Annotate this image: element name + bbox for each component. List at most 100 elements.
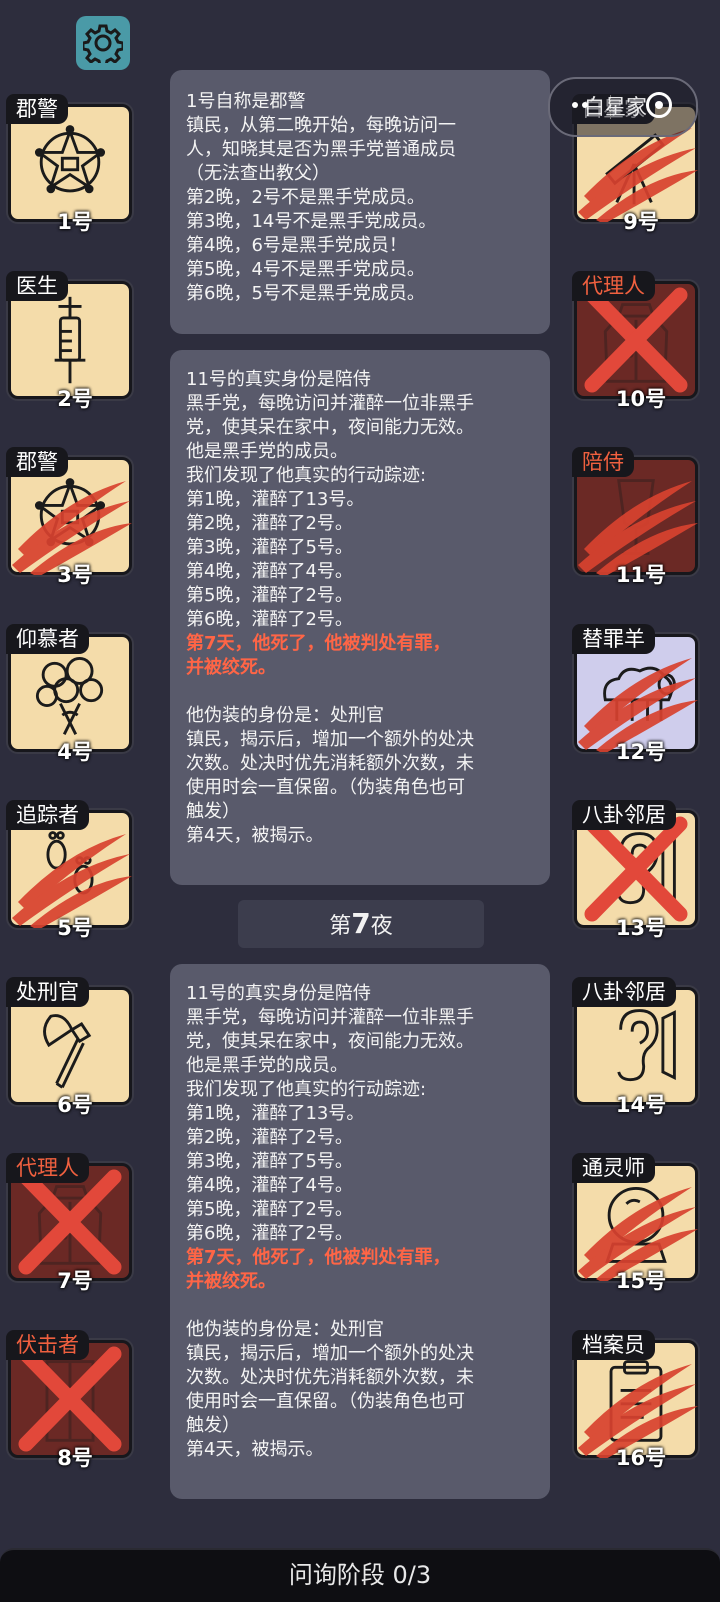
player-card[interactable]: 伏击者 8号 — [0, 1328, 132, 1470]
log-line: 并被绞死。 — [186, 657, 276, 678]
log-line: 我们发现了他真实的行动踪迹: — [186, 465, 427, 486]
log-line: 触发） — [186, 1415, 240, 1436]
player-card[interactable]: 八卦邻居 13号 — [566, 798, 698, 940]
log-line: 第3晚，灌醉了5号。 — [186, 1151, 353, 1172]
player-number: 7号 — [57, 1269, 93, 1293]
log-line: 第3晚，14号不是黑手党成员。 — [186, 211, 437, 232]
player-card[interactable]: 郡警 3号 — [0, 445, 132, 587]
role-label: 档案员 — [572, 1329, 655, 1360]
close-target-icon[interactable] — [646, 92, 672, 118]
gear-icon — [83, 24, 123, 63]
player-card[interactable]: 代理人 10号 — [566, 269, 698, 411]
role-label: 代理人 — [572, 270, 655, 301]
log-line: 他伪装的身份是：处刑官 — [186, 1319, 384, 1340]
miniprogram-capsule: 白星家 — [548, 77, 698, 137]
role-label: 仰慕者 — [6, 623, 89, 654]
sheriff-star-icon — [34, 125, 106, 194]
log-line: 第7天，他死了，他被判处有罪， — [186, 1247, 451, 1268]
log-line: 第5晚，灌醉了2号。 — [186, 1199, 353, 1220]
log-line: 并被绞死。 — [186, 1271, 276, 1292]
player-card[interactable]: 替罪羊 12号 — [566, 622, 698, 764]
log-panel-escort-1: 11号的真实身份是陪侍黑手党，每晚访问并灌醉一位非黑手 党，使其呆在家中，夜间能力… — [170, 350, 550, 885]
log-line: 他是黑手党的成员。 — [186, 1055, 348, 1076]
phase-bar: 问询阶段 0/3 — [0, 1548, 720, 1602]
player-card[interactable]: 仰慕者 4号 — [0, 622, 132, 764]
log-line: 第6晚，灌醉了2号。 — [186, 1223, 353, 1244]
player-number: 9号 — [623, 210, 659, 234]
log-line: 第2晚，2号不是黑手党成员。 — [186, 187, 425, 208]
role-label: 郡警 — [6, 447, 68, 477]
player-card[interactable]: 追踪者 5号 — [0, 798, 132, 940]
log-line: 镇民，揭示后，增加一个额外的处决 — [186, 729, 474, 750]
log-line: 第2晚，灌醉了2号。 — [186, 513, 353, 534]
role-label: 郡警 — [6, 94, 68, 124]
log-line: 第4晚，6号是黑手党成员！ — [186, 235, 407, 256]
log-line: 第5晚，灌醉了2号。 — [186, 585, 353, 606]
log-line: 第7天，他死了，他被判处有罪， — [186, 633, 451, 654]
role-label: 替罪羊 — [572, 623, 655, 654]
log-line: 人，知晓其是否为黑手党普通成员 — [186, 139, 456, 160]
player-number: 2号 — [57, 386, 93, 411]
log-line: 黑手党，每晚访问并灌醉一位非黑手 — [186, 1007, 474, 1028]
player-card[interactable]: 代理人 7号 — [0, 1151, 132, 1293]
player-card[interactable]: 通灵师 15号 — [566, 1151, 698, 1293]
log-line: 镇民，揭示后，增加一个额外的处决 — [186, 1343, 474, 1364]
log-line: 使用时会一直保留。（伪装角色也可 — [186, 777, 465, 798]
log-line: 次数。处决时优先消耗额外次数，未 — [186, 753, 474, 774]
log-panel-escort-2: 11号的真实身份是陪侍 黑手党，每晚访问并灌醉一位非黑手 党，使其呆在家中，夜间能力… — [170, 964, 550, 1499]
night-divider: 第7夜 — [238, 900, 484, 948]
log-line: 他伪装的身份是：处刑官 — [186, 705, 384, 726]
role-label: 陪侍 — [572, 447, 634, 477]
player-number: 5号 — [57, 916, 93, 940]
axe-icon — [43, 1013, 92, 1089]
log-line: 党，使其呆在家中，夜间能力无效。 — [186, 1031, 474, 1052]
player-number: 15号 — [615, 1269, 667, 1293]
bouquet-icon — [35, 656, 104, 735]
log-line: 党，使其呆在家中，夜间能力无效。 — [186, 417, 474, 438]
player-number: 14号 — [615, 1092, 667, 1117]
player-card[interactable]: 八卦邻居 14号 — [566, 975, 698, 1117]
log-line: 第2晚，灌醉了2号。 — [186, 1127, 353, 1148]
player-number: 6号 — [57, 1092, 93, 1117]
log-line: 次数。处决时优先消耗额外次数，未 — [186, 1367, 474, 1388]
player-number: 12号 — [615, 739, 667, 764]
player-number: 8号 — [57, 1445, 93, 1470]
log-line: 第6晚，5号不是黑手党成员。 — [186, 283, 425, 304]
capsule-overlay-text: 白星家 — [584, 95, 647, 119]
player-number: 10号 — [615, 386, 667, 411]
player-card[interactable]: 陪侍 11号 — [566, 445, 698, 587]
log-line: 镇民，从第二晚开始，每晚访问一 — [186, 115, 456, 136]
log-line: 我们发现了他真实的行动踪迹: — [186, 1079, 427, 1100]
phase-label: 问询阶段 0/3 — [288, 1561, 432, 1589]
log-line: 第4晚，灌醉了4号。 — [186, 1175, 353, 1196]
player-number: 16号 — [615, 1445, 667, 1470]
ear-icon — [617, 1008, 676, 1081]
log-line: 第3晚，灌醉了5号。 — [186, 537, 353, 558]
log-line: 第1晚，灌醉了13号。 — [186, 1103, 365, 1124]
log-line: 第1晚，灌醉了13号。 — [186, 489, 365, 510]
role-label: 八卦邻居 — [572, 976, 676, 1007]
log-line: 第4晚，灌醉了4号。 — [186, 561, 353, 582]
log-line: 使用时会一直保留。（伪装角色也可 — [186, 1391, 465, 1412]
log-line: 第4天，被揭示。 — [186, 1439, 324, 1460]
settings-button[interactable] — [76, 16, 130, 70]
player-card[interactable]: 档案员 16号 — [566, 1328, 698, 1470]
role-label: 医生 — [6, 270, 68, 301]
player-number: 1号 — [57, 210, 93, 234]
role-label: 通灵师 — [572, 1153, 655, 1183]
role-label: 处刑官 — [6, 976, 89, 1007]
role-label: 八卦邻居 — [572, 800, 676, 830]
log-line: 第4天，被揭示。 — [186, 825, 324, 846]
log-line: 第6晚，灌醉了2号。 — [186, 609, 353, 630]
syringe-icon — [54, 296, 86, 383]
log-panel-sheriff: 1号自称是郡警 镇民，从第二晚开始，每晚访问一 人，知晓其是否为黑手党普通成员 （无法… — [170, 70, 550, 334]
log-line: 黑手党，每晚访问并灌醉一位非黑手 — [186, 393, 474, 414]
player-card[interactable]: 医生 2号 — [0, 269, 132, 411]
log-line: 11号的真实身份是陪侍 — [186, 369, 371, 390]
log-line: 触发） — [186, 801, 240, 822]
role-label: 伏击者 — [6, 1329, 89, 1360]
player-card[interactable]: 处刑官 6号 — [0, 975, 132, 1117]
player-card[interactable]: 郡警 1号 — [0, 92, 132, 234]
log-line: （无法查出教父） — [186, 163, 330, 184]
player-number: 11号 — [615, 563, 667, 587]
